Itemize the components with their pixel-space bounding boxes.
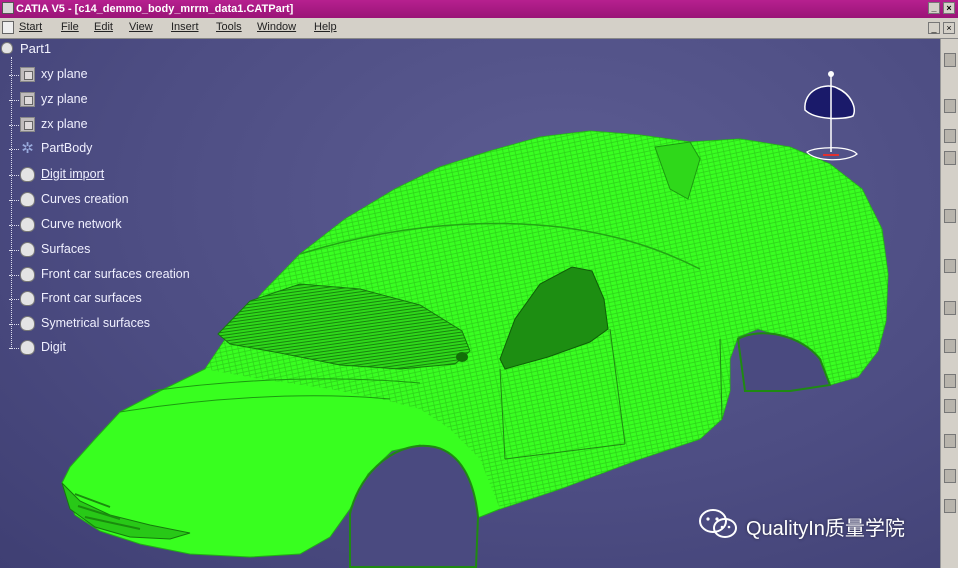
tree-item-label: Symetrical surfaces [41, 316, 151, 330]
minimize-button[interactable]: _ [928, 2, 940, 14]
wechat-icon [699, 509, 737, 538]
part-icon [1, 42, 13, 54]
toolbar-button-icon[interactable] [944, 399, 956, 413]
menu-help[interactable]: Help [314, 21, 337, 33]
tree-item-label: Front car surfaces [41, 291, 142, 305]
toolbar-button-icon[interactable] [944, 339, 956, 353]
right-toolbar [940, 39, 958, 568]
toolbar-button-icon[interactable] [944, 209, 956, 223]
menu-insert[interactable]: Insert [171, 21, 199, 33]
toolbar-button-icon[interactable] [944, 374, 956, 388]
doc-close-button[interactable]: × [943, 22, 955, 34]
plane-icon [20, 67, 35, 82]
tree-item-label: zx plane [41, 117, 88, 131]
geometrical-set-icon [20, 340, 35, 355]
window-title: CATIA V5 - [c14_demmo_body_mrrm_data1.CA… [16, 3, 294, 15]
side-mirror [456, 352, 468, 362]
plane-icon [20, 117, 35, 132]
tree-root-icon-wrap [0, 40, 18, 58]
tree-item-digit[interactable]: Digit [9, 339, 220, 357]
partbody-icon: ✲ [21, 140, 34, 157]
geometrical-set-icon [20, 291, 35, 306]
tree-item-label: Curve network [41, 217, 122, 231]
menu-edit[interactable]: Edit [94, 21, 113, 33]
toolbar-button-icon[interactable] [944, 151, 956, 165]
toolbar-button-icon[interactable] [944, 259, 956, 273]
toolbar-button-icon[interactable] [944, 301, 956, 315]
tree-item-yz-plane[interactable]: yz plane [9, 91, 220, 109]
tree-item-label: Curves creation [41, 192, 129, 206]
toolbar-button-icon[interactable] [944, 129, 956, 143]
geometrical-set-icon [20, 316, 35, 331]
tree-root-label: Part1 [20, 41, 52, 56]
compass-icon[interactable] [795, 68, 865, 168]
geometrical-set-icon [20, 217, 35, 232]
geometrical-set-icon [20, 267, 35, 282]
tree-item-label: yz plane [41, 92, 88, 106]
tree-item-surfaces[interactable]: Surfaces [9, 241, 220, 259]
menu-file[interactable]: File [61, 21, 79, 33]
tree-item-label: xy plane [41, 67, 88, 81]
tree-item-digit-import[interactable]: Digit import [9, 166, 220, 184]
tree-item-front-car-surfaces[interactable]: Front car surfaces [9, 290, 220, 308]
toolbar-button-icon[interactable] [944, 469, 956, 483]
tree-root[interactable]: Part1 [20, 40, 100, 58]
tree-item-xy-plane[interactable]: xy plane [9, 66, 220, 84]
tree-item-curve-network[interactable]: Curve network [9, 216, 220, 234]
tree-item-symetrical-surfaces[interactable]: Symetrical surfaces [9, 315, 220, 333]
geometrical-set-icon [20, 192, 35, 207]
tree-item-label: Front car surfaces creation [41, 267, 190, 281]
tree-item-label: PartBody [41, 141, 93, 155]
tree-item-curves-creation[interactable]: Curves creation [9, 191, 220, 209]
tree-item-label: Digit import [41, 167, 105, 181]
tree-item-label: Surfaces [41, 242, 91, 256]
geometrical-set-icon [20, 242, 35, 257]
close-button[interactable]: × [943, 2, 955, 14]
menu-view[interactable]: View [129, 21, 153, 33]
menu-window[interactable]: Window [257, 21, 296, 33]
catia-app-icon[interactable] [2, 2, 14, 14]
toolbar-button-icon[interactable] [944, 53, 956, 67]
specification-tree: Part1 xy plane yz plane zx plane ✲ PartB… [0, 39, 240, 369]
title-bar: CATIA V5 - [c14_demmo_body_mrrm_data1.CA… [0, 0, 958, 18]
geometrical-set-icon [20, 167, 35, 182]
watermark-brand-text: QualityIn质量学院 [746, 518, 905, 540]
plane-icon [20, 92, 35, 107]
document-icon[interactable] [2, 21, 14, 34]
menu-tools[interactable]: Tools [216, 21, 242, 33]
tree-item-partbody[interactable]: ✲ PartBody [9, 140, 220, 158]
doc-minimize-button[interactable]: _ [928, 22, 940, 34]
tree-item-front-car-surfaces-creation[interactable]: Front car surfaces creation [9, 266, 230, 284]
toolbar-button-icon[interactable] [944, 99, 956, 113]
toolbar-button-icon[interactable] [944, 499, 956, 513]
tree-item-label: Digit [41, 340, 67, 354]
menu-bar: Start File Edit View Insert Tools Window… [0, 18, 958, 39]
tree-item-zx-plane[interactable]: zx plane [9, 116, 220, 134]
toolbar-button-icon[interactable] [944, 434, 956, 448]
menu-start[interactable]: Start [19, 21, 42, 33]
